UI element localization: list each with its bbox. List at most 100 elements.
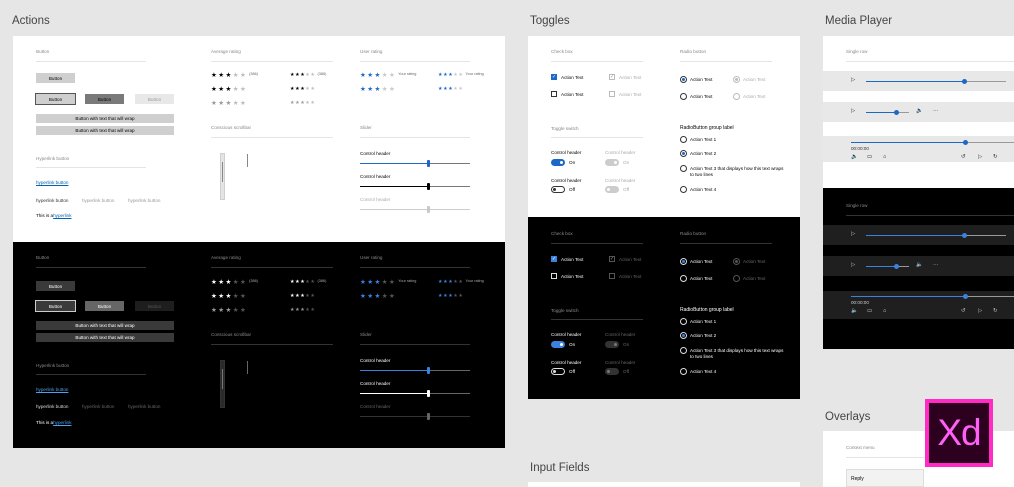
star-icon[interactable]: ★ [310,279,315,285]
average-rating-small[interactable]: ★★★★★ (386) [290,279,326,285]
hyperlink-button[interactable]: hyperlink button [128,198,160,203]
star-icon[interactable]: ★ [458,293,463,299]
star-icon[interactable]: ★ [374,86,381,93]
star-icon[interactable]: ★ [225,293,232,300]
star-icon[interactable]: ★ [374,279,381,286]
checkbox-checked[interactable]: ✓ [551,74,557,80]
star-icon[interactable]: ★ [458,72,463,78]
star-icon[interactable]: ★ [310,293,315,299]
checkbox-disabled-checked[interactable]: ✓ [609,74,615,80]
media-thumb[interactable] [894,264,899,269]
toggle-switch-disabled-off[interactable] [605,368,619,375]
button-default[interactable]: Button [36,73,75,83]
skip-back-icon[interactable]: ↺ [961,308,966,315]
toggle-switch-disabled-on[interactable] [605,341,619,348]
star-icon[interactable]: ★ [382,72,389,79]
hyperlink-button[interactable]: hyperlink button [36,180,68,185]
volume-icon[interactable]: 🔈 [851,308,858,315]
radio-option-2[interactable] [680,332,687,339]
cast-icon[interactable]: ⌂ [883,154,886,161]
button-disabled[interactable]: Button [135,301,174,311]
checkbox-unchecked[interactable] [551,273,557,279]
slider-thumb[interactable] [427,160,430,167]
play-icon[interactable]: ▷ [851,108,855,115]
radio-unselected[interactable] [680,275,687,282]
average-rating-small[interactable]: ★★★★★ [290,294,315,299]
slider[interactable] [360,390,470,397]
cast-icon[interactable]: ⌂ [883,308,886,315]
toggle-switch-off[interactable] [551,368,565,375]
vertical-scrollbar[interactable] [220,360,225,408]
star-icon[interactable]: ★ [310,307,315,313]
star-icon[interactable]: ★ [458,86,463,92]
slider-thumb[interactable] [427,367,430,374]
button-pressed[interactable]: Button [85,94,124,104]
star-icon[interactable]: ★ [374,72,381,79]
checkbox-disabled[interactable] [609,91,615,97]
star-icon[interactable]: ★ [225,86,232,93]
media-progress[interactable] [866,232,1006,239]
star-icon[interactable]: ★ [382,86,389,93]
radio-option-3[interactable] [680,165,687,172]
wrap-button[interactable]: Button with text that will wrap [36,321,174,330]
slider-thumb[interactable] [427,183,430,190]
play-icon[interactable]: ▷ [851,262,855,269]
play-icon[interactable]: ▷ [978,154,982,161]
radio-option-1[interactable] [680,318,687,325]
button-disabled[interactable]: Button [135,94,174,104]
average-rating-small[interactable]: ★★★★★ [290,308,315,313]
star-icon[interactable]: ★ [389,86,396,93]
captions-icon[interactable]: ▭ [867,154,872,161]
user-rating-small[interactable]: ★★★★★ [438,294,463,299]
average-rating-small[interactable]: ★★★★★ (386) [290,72,326,78]
toggle-switch-on[interactable] [551,341,565,348]
star-icon[interactable]: ★ [225,307,232,314]
captions-icon[interactable]: ▭ [867,308,872,315]
context-menu-item-reply[interactable]: Reply [851,476,864,482]
star-icon[interactable]: ★ [310,72,315,78]
slider[interactable] [360,183,470,190]
star-icon[interactable]: ★ [225,72,232,79]
radio-option-4[interactable] [680,368,687,375]
radio-disabled[interactable] [733,275,740,282]
star-icon[interactable]: ★ [382,279,389,286]
average-rating[interactable]: ★★★★★ [211,100,247,108]
star-icon[interactable]: ★ [233,86,240,93]
vertical-scrollbar[interactable] [220,153,225,200]
slider-thumb[interactable] [427,413,430,420]
radio-option-3[interactable] [680,347,687,354]
wrap-button[interactable]: Button with text that will wrap [36,114,174,123]
hyperlink-button[interactable]: hyperlink button [82,198,114,203]
skip-forward-icon[interactable]: ↻ [993,154,998,161]
star-icon[interactable]: ★ [310,86,315,92]
slider-thumb[interactable] [427,390,430,397]
button-hover[interactable]: Button [35,93,76,105]
checkbox-disabled[interactable] [609,273,615,279]
user-rating[interactable]: ★★★★★ Your rating [360,72,416,80]
inline-hyperlink[interactable]: hyperlink [53,420,71,425]
more-icon[interactable]: ··· [933,108,939,115]
hyperlink-button[interactable]: hyperlink button [36,387,68,392]
slider[interactable] [360,160,470,167]
star-icon[interactable]: ★ [389,72,396,79]
star-icon[interactable]: ★ [458,279,463,285]
slider[interactable] [360,413,470,420]
slider-thumb[interactable] [427,206,430,213]
media-progress[interactable] [866,263,909,270]
button-hover[interactable]: Button [35,300,76,312]
average-rating[interactable]: ★★★★★ [211,293,247,301]
volume-icon[interactable]: 🔈 [851,154,858,161]
play-icon[interactable]: ▷ [851,77,855,84]
average-rating[interactable]: ★★★★★ [211,86,247,94]
slider[interactable] [360,367,470,374]
average-rating-small[interactable]: ★★★★★ [290,101,315,106]
radio-selected[interactable] [680,258,687,265]
radio-disabled-selected[interactable] [733,76,740,83]
average-rating[interactable]: ★★★★★ (386) [211,72,258,80]
media-thumb[interactable] [962,233,967,238]
wrap-button[interactable]: Button with text that will wrap [36,333,174,342]
star-icon[interactable]: ★ [389,293,396,300]
wrap-button[interactable]: Button with text that will wrap [36,126,174,135]
user-rating[interactable]: ★★★★★ [360,293,396,301]
more-icon[interactable]: ··· [933,262,939,269]
